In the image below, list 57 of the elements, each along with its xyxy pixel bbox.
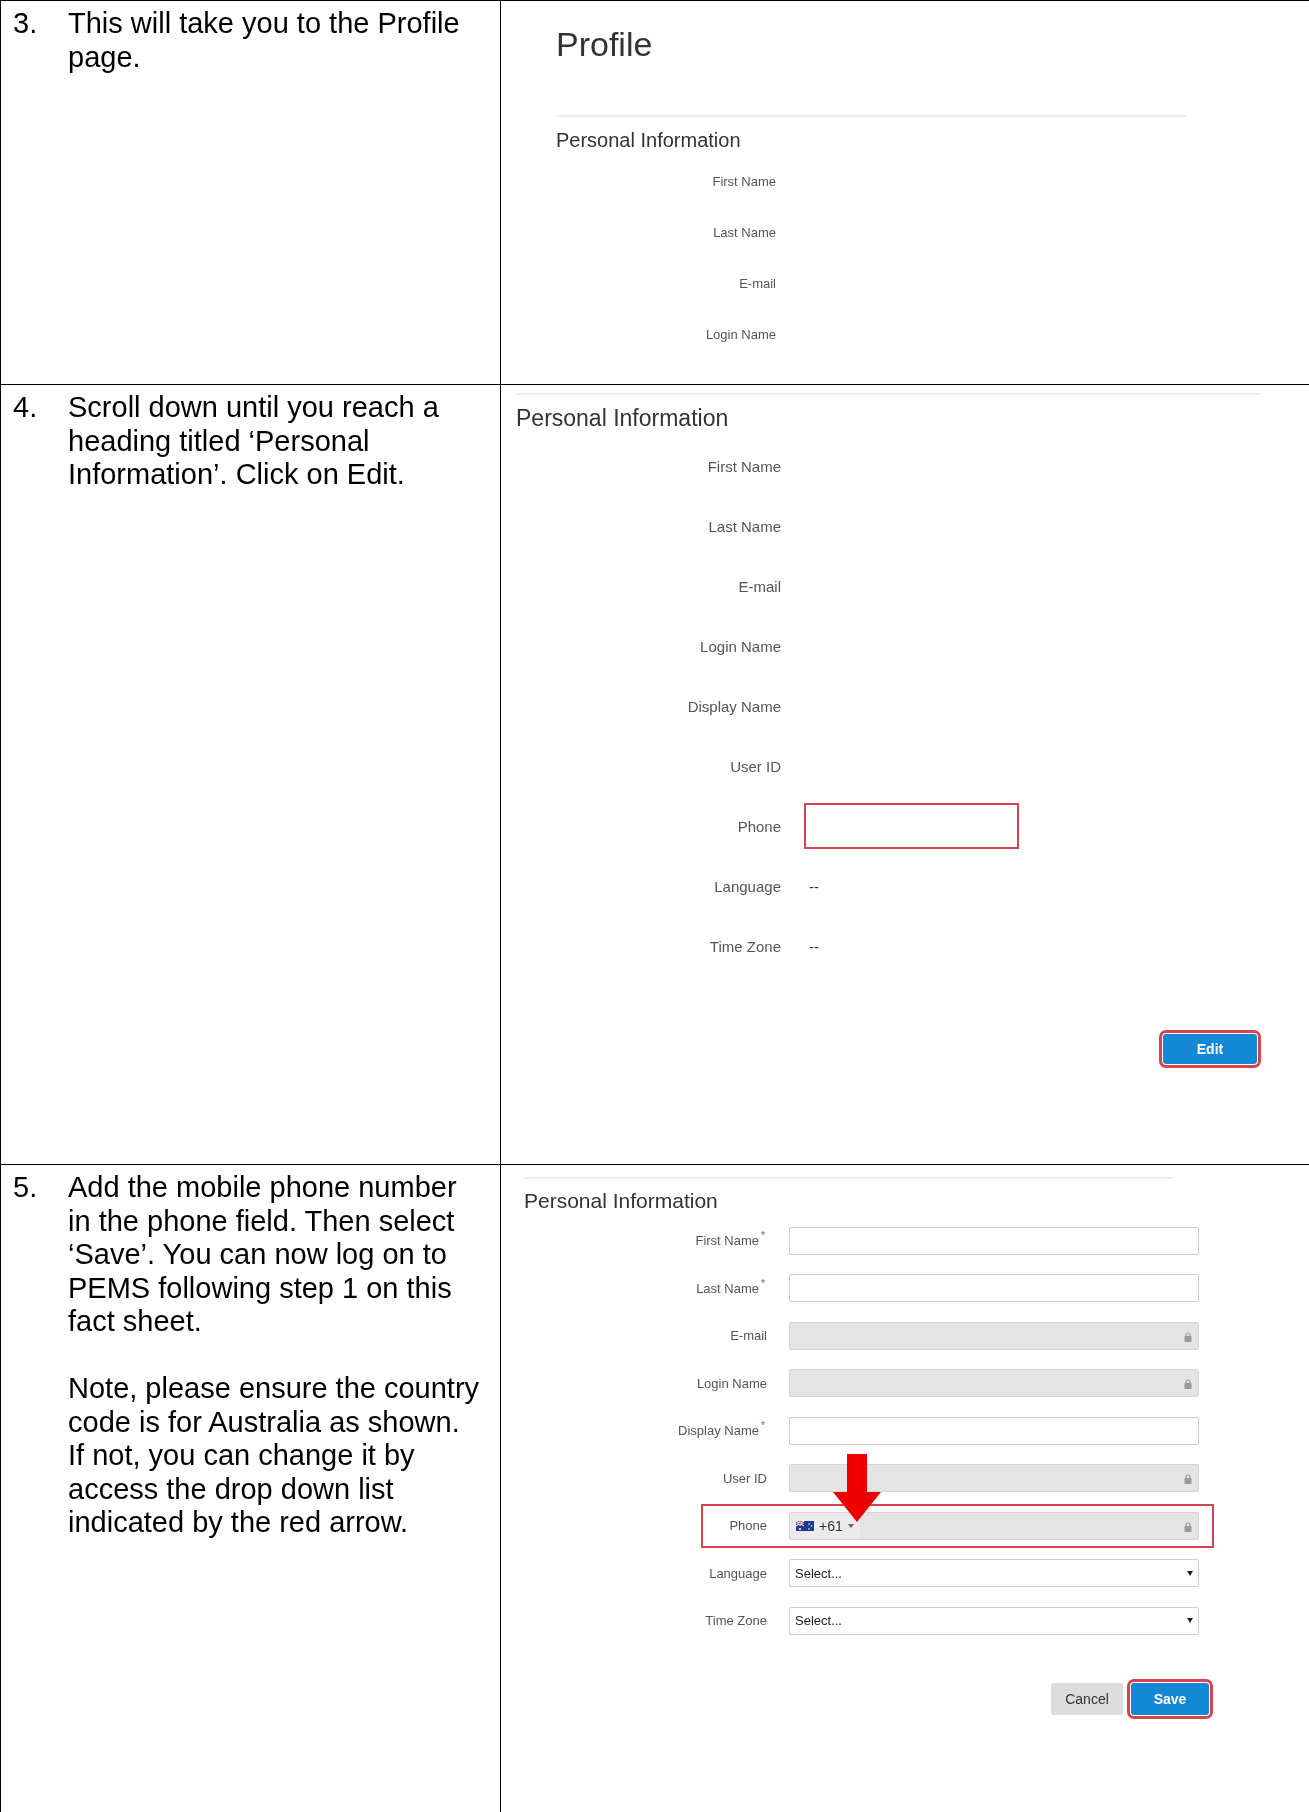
section-title: Personal Information (524, 1188, 719, 1214)
field-label: E-mail (737, 577, 781, 595)
input-field[interactable] (789, 1274, 1199, 1303)
country-code-dropdown[interactable]: +61 (790, 1512, 860, 1539)
lock-icon (1184, 1379, 1192, 1390)
instruction-text: Note, please ensure the country code is for Australia as shown. If not, you can change it by access the drop down list indicated by the red arrow. (68, 1372, 481, 1540)
instruction-text: Scroll down until you reach a heading titled ‘Personal Information’. Click on Edit. (68, 391, 440, 492)
field-label: Last Name (712, 225, 776, 240)
field-label: Language (713, 877, 781, 895)
section-title: Personal Information (556, 128, 742, 153)
down-arrow-icon (833, 1454, 881, 1522)
required-mark: * (761, 1277, 766, 1289)
phone-field[interactable]: +61 (789, 1511, 1199, 1540)
field-label: E-mail (738, 276, 776, 291)
field-label: Phone (736, 817, 781, 835)
caret-icon (1187, 1570, 1193, 1576)
field-label: First Name (711, 174, 776, 189)
field-label: Display Name (686, 697, 781, 715)
lock-icon (1184, 1331, 1192, 1342)
lock-icon (1184, 1474, 1192, 1485)
field-value: -- (809, 877, 819, 895)
field-label: Login Name (704, 327, 776, 342)
field-label: User ID (729, 757, 781, 775)
input-field[interactable] (789, 1464, 1199, 1493)
select-dropdown[interactable]: Select... (789, 1559, 1199, 1588)
input-field[interactable] (789, 1369, 1199, 1398)
section-title: Personal Information (516, 404, 730, 433)
input-field[interactable] (789, 1321, 1199, 1350)
input-field[interactable] (789, 1416, 1199, 1445)
instruction-text: This will take you to the Profile page. (68, 7, 461, 74)
field-label: User ID (722, 1470, 767, 1486)
field-label: Display Name (678, 1423, 759, 1439)
field-label: First Name (695, 1233, 759, 1249)
field-label: Language (709, 1565, 767, 1581)
field-value: -- (809, 937, 819, 955)
field-label: First Name (706, 457, 781, 475)
lock-icon (1184, 1521, 1192, 1532)
field-label: Time Zone (705, 1613, 767, 1629)
input-field[interactable] (789, 1226, 1199, 1255)
step-number: 4. (13, 391, 39, 425)
cancel-button[interactable]: Cancel (1051, 1682, 1123, 1715)
flag-icon (796, 1520, 814, 1531)
field-label: E-mail (730, 1328, 767, 1344)
field-label: Last Name (696, 1280, 759, 1296)
field-label: Login Name (696, 1375, 767, 1391)
field-label: Time Zone (708, 937, 781, 955)
page-title: Profile (556, 24, 654, 65)
required-mark: * (761, 1230, 766, 1242)
select-dropdown[interactable]: Select... (789, 1606, 1199, 1635)
field-label: Login Name (699, 637, 781, 655)
step-number: 3. (13, 7, 39, 41)
step-number: 5. (13, 1171, 39, 1205)
field-label: Phone (729, 1518, 767, 1534)
required-mark: * (761, 1420, 766, 1432)
field-label: Last Name (707, 517, 781, 535)
caret-icon (1187, 1618, 1193, 1624)
instruction-text: Add the mobile phone number in the phone field. Then select ‘Save’. You can now log on to PEMS following step 1 on this fact sheet. (68, 1171, 458, 1339)
